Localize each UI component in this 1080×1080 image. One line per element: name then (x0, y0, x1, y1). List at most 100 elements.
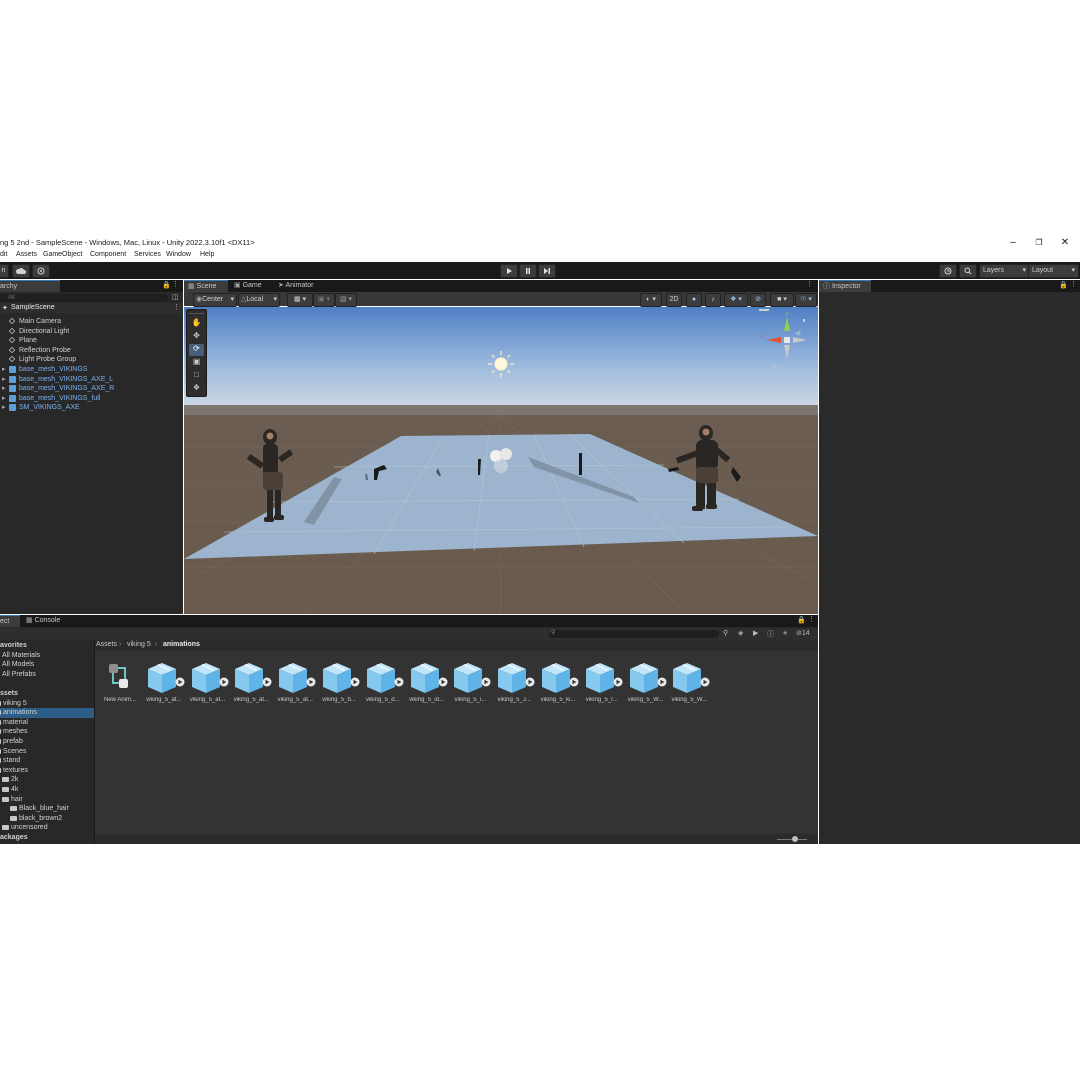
asset-item[interactable]: viking_5_id... (405, 660, 449, 703)
breadcrumb-viking5[interactable]: viking 5 (127, 641, 151, 648)
folder-item[interactable]: animations (0, 708, 94, 718)
scene-viewport[interactable]: ✋ ✥ ⟳ ▣ □ ❖ y x (184, 307, 818, 614)
restore-icon[interactable]: ❐ (1029, 236, 1049, 250)
folder-item[interactable]: black_brown2 (0, 814, 94, 824)
rect-tool-icon[interactable]: □ (189, 370, 204, 382)
breadcrumb-assets[interactable]: Assets (96, 641, 117, 648)
folder-item[interactable]: hair (0, 795, 94, 805)
step-icon[interactable] (538, 264, 556, 278)
hand-tool-icon[interactable]: ✋ (189, 318, 204, 330)
more-options-icon[interactable]: ⋮ (172, 280, 179, 288)
folder-item[interactable]: stand (0, 756, 94, 766)
menu-edit[interactable]: dit (0, 251, 7, 258)
folder-item[interactable]: 4k (0, 785, 94, 795)
folder-item[interactable]: Scenes (0, 747, 94, 757)
zoom-slider-thumb[interactable] (792, 836, 798, 842)
asset-item[interactable]: viking_5_at... (142, 660, 186, 703)
hierarchy-item[interactable]: ▸ SM_VIKINGS_AXE (0, 403, 183, 413)
search-by-type-icon[interactable]: ⚲ (723, 629, 728, 637)
tab-inspector[interactable]: ⓘ Inspector (819, 280, 871, 292)
gizmos-icon[interactable]: ☉ ▾ (795, 293, 817, 307)
tab-project[interactable]: ect (0, 615, 20, 627)
folder-item[interactable]: 2k (0, 775, 94, 785)
hierarchy-item[interactable]: Reflection Probe (0, 346, 183, 356)
expand-arrow-icon[interactable]: ▸ (2, 403, 6, 413)
hierarchy-item[interactable]: ▸ base_mesh_VIKINGS (0, 365, 183, 375)
space-dropdown[interactable]: △Local ▾ (238, 293, 280, 307)
lock-icon[interactable]: 🔒 (1059, 281, 1068, 289)
mode-2d-button[interactable]: 2D (666, 293, 682, 307)
grid-plane-icon[interactable]: ▧ ▾ (335, 293, 357, 307)
hierarchy-item[interactable]: Main Camera (0, 317, 183, 327)
tab-animator[interactable]: ➤ Animator (274, 280, 317, 292)
folder-item[interactable]: meshes (0, 727, 94, 737)
asset-item[interactable]: viking_5_J... (492, 660, 536, 703)
move-tool-icon[interactable]: ✥ (189, 331, 204, 343)
history-icon[interactable] (939, 264, 957, 278)
draw-mode-icon[interactable]: ◐ ▾ (640, 293, 662, 307)
menu-services[interactable]: Services (134, 251, 161, 258)
minimize-icon[interactable]: – (1003, 236, 1023, 250)
filter-icon[interactable]: ◫ (172, 293, 179, 301)
layers-dropdown[interactable]: Layers ▾ (979, 264, 1030, 278)
hierarchy-item[interactable]: ▸ base_mesh_VIKINGS_full (0, 394, 183, 404)
more-options-icon[interactable]: ⋮ (173, 303, 180, 311)
folder-item[interactable]: material (0, 718, 94, 728)
menu-window[interactable]: Window (166, 251, 191, 258)
expand-arrow-icon[interactable]: ▸ (2, 365, 6, 375)
folder-item[interactable]: prefab (0, 737, 94, 747)
menu-assets[interactable]: Assets (16, 251, 37, 258)
pivot-dropdown[interactable]: ◉Center ▾ (193, 293, 237, 307)
search-icon[interactable] (959, 264, 977, 278)
asset-item[interactable]: viking_5_W... (667, 660, 711, 703)
asset-item[interactable]: viking_5_ki... (536, 660, 580, 703)
menu-help[interactable]: Help (200, 251, 214, 258)
lock-icon[interactable]: 🔒 (797, 616, 806, 624)
asset-item[interactable]: viking_5_r... (580, 660, 624, 703)
collab-icon[interactable] (32, 264, 50, 278)
hierarchy-item[interactable]: ▸ base_mesh_VIKINGS_AXE_R (0, 384, 183, 394)
asset-item[interactable]: viking_5_i... (448, 660, 492, 703)
asset-item[interactable]: viking_5_W... (624, 660, 668, 703)
menu-component[interactable]: Component (90, 251, 126, 258)
expand-arrow-icon[interactable]: ▸ (2, 384, 6, 394)
tab-hierarchy[interactable]: archy (0, 280, 60, 292)
star-icon[interactable]: ★ (782, 629, 788, 637)
asset-item[interactable]: viking_5_at... (186, 660, 230, 703)
scale-tool-icon[interactable]: ▣ (189, 357, 204, 369)
asset-item[interactable]: viking_5_d... (361, 660, 405, 703)
folder-item[interactable]: Black_blue_hair (0, 804, 94, 814)
asset-item[interactable]: New Anim... (98, 660, 142, 703)
cloud-icon[interactable] (12, 264, 30, 278)
breadcrumb-animations[interactable]: animations (163, 641, 200, 648)
expand-arrow-icon[interactable]: ▸ (2, 375, 6, 385)
audio-icon[interactable]: ♪ (705, 293, 721, 307)
layout-dropdown[interactable]: Layout ▾ (1028, 264, 1079, 278)
play-icon[interactable] (500, 264, 518, 278)
asset-item[interactable]: viking_5_at... (229, 660, 273, 703)
hierarchy-item[interactable]: Plane (0, 336, 183, 346)
favorite-item[interactable]: ⚲All Materials (0, 651, 94, 661)
snap-increment-icon[interactable]: ▣ ▾ (313, 293, 335, 307)
effects-icon[interactable]: ❖ ▾ (724, 293, 748, 307)
pause-icon[interactable] (519, 264, 537, 278)
favorite-item[interactable]: ⚲All Models (0, 660, 94, 670)
scene-row[interactable]: ✦ SampleScene ⋮ (0, 303, 183, 313)
tab-console[interactable]: ▦ Console (22, 615, 64, 627)
menu-gameobject[interactable]: GameObject (43, 251, 82, 258)
info-icon[interactable]: ⓘ (767, 629, 774, 639)
hierarchy-item[interactable]: ▸ base_mesh_VIKINGS_AXE_L (0, 375, 183, 385)
tab-scene[interactable]: ▦ Scene (184, 280, 228, 292)
folder-item[interactable]: textures (0, 766, 94, 776)
rotate-tool-icon[interactable]: ⟳ (189, 344, 204, 356)
orientation-gizmo[interactable]: y x (759, 309, 815, 379)
lock-icon[interactable]: 🔒 (162, 281, 171, 289)
grid-snap-icon[interactable]: ▦ ▾ (287, 293, 313, 307)
account-button[interactable]: n (0, 264, 9, 278)
hidden-objects-icon[interactable]: ⊘ (750, 293, 766, 307)
favorite-item[interactable]: ⚲All Prefabs (0, 670, 94, 680)
transform-tool-icon[interactable]: ❖ (189, 383, 204, 395)
lighting-icon[interactable]: ● (686, 293, 702, 307)
hierarchy-item[interactable]: Directional Light (0, 327, 183, 337)
folder-item[interactable]: viking 5 (0, 699, 94, 709)
